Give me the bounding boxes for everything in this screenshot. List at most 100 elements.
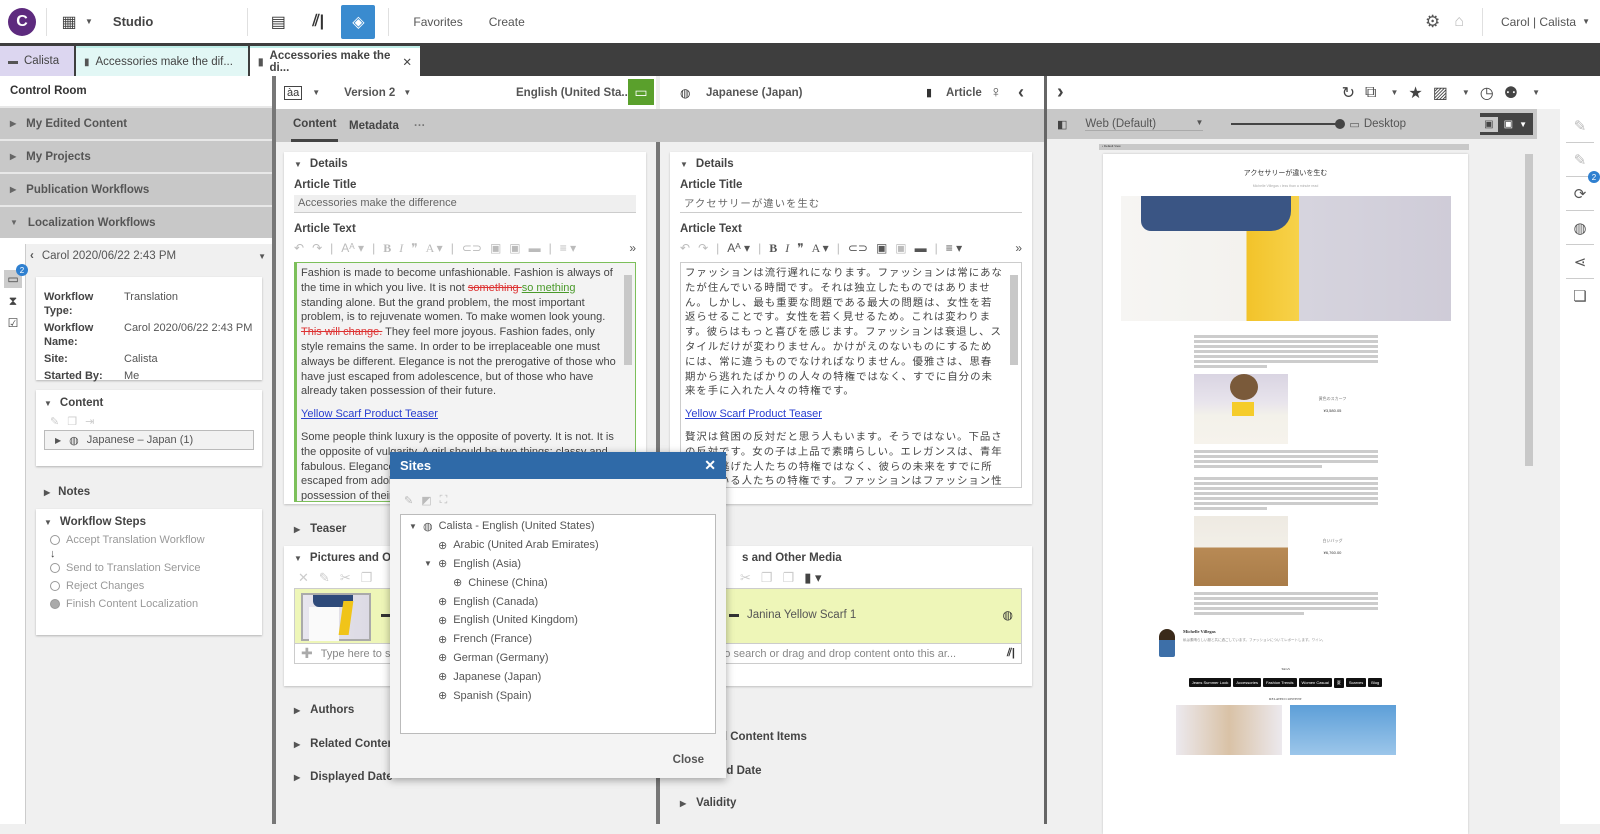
site-tree-node[interactable]: ⊕ Japanese (Japan) bbox=[401, 667, 715, 686]
remove-image-icon[interactable]: ▣ bbox=[509, 241, 520, 255]
version-selector[interactable]: Version 2 bbox=[344, 87, 395, 99]
validity-section-header[interactable]: ▶ Validity bbox=[680, 797, 736, 809]
redo-icon[interactable]: ↷ bbox=[698, 241, 708, 255]
chevron-down-icon[interactable]: ▼ bbox=[409, 522, 417, 531]
tag[interactable]: 夏 bbox=[1333, 678, 1344, 688]
undo-icon[interactable]: ↶ bbox=[294, 241, 304, 255]
star-icon[interactable]: ★ bbox=[1408, 83, 1422, 103]
expand-all-icon[interactable]: ⛶ bbox=[440, 494, 448, 507]
edit-pencil-icon[interactable]: ✎ bbox=[319, 570, 330, 586]
site-tree-node[interactable]: ▼ ◍ Calista - English (United States) bbox=[401, 517, 715, 536]
text-color-icon[interactable]: A ▾ bbox=[426, 241, 443, 256]
favorites-link[interactable]: Favorites bbox=[413, 15, 462, 29]
authors-section-header[interactable]: ▶ Authors bbox=[294, 704, 354, 716]
target-article-text[interactable]: ファッションは流行遅れになります。ファッションは常にあなたが住んでいる時間です。… bbox=[680, 262, 1022, 488]
site-tree-node[interactable]: ⊕ Chinese (China) bbox=[401, 573, 715, 592]
cut-icon[interactable]: ✂ bbox=[740, 570, 751, 586]
site-tree-node[interactable]: ⊕ Arabic (United Arab Emirates) bbox=[401, 536, 715, 555]
remove-image-icon[interactable]: ▣ bbox=[895, 241, 906, 255]
site-tree-node[interactable]: ⊕ English (United Kingdom) bbox=[401, 611, 715, 630]
section-publication-workflows[interactable]: ▶ Publication Workflows bbox=[0, 172, 272, 205]
device-slider[interactable] bbox=[1231, 119, 1346, 129]
italic-icon[interactable]: I bbox=[785, 241, 789, 256]
chevron-down-icon[interactable]: ▼ bbox=[258, 252, 266, 261]
insert-image-icon[interactable]: ▣ bbox=[490, 241, 501, 255]
edit-pencil-icon[interactable]: ✎ bbox=[50, 415, 59, 428]
tag[interactable]: Blog bbox=[1368, 678, 1383, 687]
related-section-header[interactable]: ▶ Related Content I bbox=[294, 738, 405, 750]
tab-more[interactable]: ··· bbox=[414, 109, 426, 142]
tag[interactable]: Scarves bbox=[1345, 678, 1367, 687]
settings-gears-icon[interactable]: ⚙ bbox=[1425, 12, 1440, 32]
open-icon[interactable]: ⇥ bbox=[85, 415, 94, 428]
displayed-date-header-right[interactable]: ed Date bbox=[720, 765, 762, 777]
bold-icon[interactable]: B bbox=[383, 241, 391, 256]
close-icon[interactable]: ✕ bbox=[704, 457, 716, 474]
tab-article-1[interactable]: ▮ Accessories make the dif... bbox=[76, 46, 248, 76]
quote-icon[interactable]: ❞ bbox=[797, 241, 803, 255]
link-icon[interactable]: ⊂⊃ bbox=[462, 241, 482, 255]
control-room-button[interactable]: ◈ bbox=[341, 4, 376, 39]
tab-article-2[interactable]: ▮ Accessories make the di... ✕ bbox=[250, 46, 420, 76]
copy-icon[interactable]: ❐ bbox=[761, 570, 773, 586]
channel-select[interactable]: Web (Default) ▼ bbox=[1085, 118, 1204, 131]
media-search-input[interactable]: e here to search or drag and drop conten… bbox=[680, 644, 1022, 664]
chevron-down-icon[interactable]: ▼ bbox=[403, 88, 411, 97]
section-localization-workflows[interactable]: ▼ Localization Workflows bbox=[0, 205, 272, 238]
preview-scrollbar[interactable] bbox=[1525, 154, 1533, 466]
cut-icon[interactable]: ✂ bbox=[340, 570, 351, 586]
tab-calista[interactable]: ▬ Calista bbox=[0, 46, 74, 76]
teaser-link[interactable]: Yellow Scarf Product Teaser bbox=[301, 408, 438, 420]
related-image[interactable] bbox=[1289, 705, 1396, 755]
expand-right-icon[interactable]: › bbox=[1057, 81, 1064, 104]
teaser-link[interactable]: Yellow Scarf Product Teaser bbox=[685, 408, 822, 420]
create-link[interactable]: Create bbox=[489, 15, 525, 29]
font-size-icon[interactable]: Aᴬ ▾ bbox=[727, 241, 750, 255]
displayed-date-section-header[interactable]: ▶ Displayed Date bbox=[294, 771, 393, 783]
inbox-icon[interactable]: ⌂ bbox=[1454, 13, 1464, 31]
globe-remove-icon[interactable]: ◍ bbox=[1566, 211, 1594, 245]
user-menu[interactable]: Carol | Calista bbox=[1501, 15, 1576, 29]
slider-handle[interactable] bbox=[1335, 119, 1346, 129]
font-size-icon[interactable]: Aᴬ ▾ bbox=[341, 241, 364, 255]
site-tree-node[interactable]: ▼ ⊕ English (Asia) bbox=[401, 555, 715, 574]
chevron-down-icon[interactable]: ▼ bbox=[1582, 17, 1590, 26]
linked-media-item[interactable]: ▬ Janina Yellow Scarf 1 ◍ bbox=[679, 588, 1022, 644]
share-icon[interactable]: ⋖ bbox=[1566, 245, 1594, 279]
chevron-down-icon[interactable]: ▼ bbox=[1532, 88, 1540, 97]
copy-icon[interactable]: ❐ bbox=[67, 415, 77, 428]
app-switcher-icon[interactable]: ▦ bbox=[57, 10, 81, 34]
redo-icon[interactable]: ↷ bbox=[312, 241, 322, 255]
article-title-field[interactable]: アクセサリーが違いを生む bbox=[680, 195, 1022, 213]
hourglass-icon[interactable]: ⧗ bbox=[4, 292, 22, 310]
insert-image-icon[interactable]: ▣ bbox=[876, 241, 887, 255]
reload-icon[interactable]: ↻ bbox=[1342, 83, 1355, 103]
tab-content[interactable]: Content bbox=[291, 109, 339, 142]
tab-metadata[interactable]: Metadata bbox=[349, 109, 399, 142]
analytics-icon[interactable]: ▨ bbox=[1433, 83, 1448, 103]
tag[interactable]: Accessories bbox=[1233, 678, 1261, 687]
lightbulb-icon[interactable]: ♀ bbox=[990, 84, 1002, 102]
site-tree-node[interactable]: ⊕ German (Germany) bbox=[401, 649, 715, 668]
checkbox-icon[interactable]: ☑ bbox=[4, 314, 22, 332]
embed-icon[interactable]: ▬ bbox=[915, 241, 927, 255]
chevron-right-icon[interactable]: ▶ bbox=[55, 436, 61, 445]
chevron-down-icon[interactable]: ▼ bbox=[1462, 88, 1470, 97]
tag[interactable]: Women Casual bbox=[1298, 678, 1332, 687]
content-item[interactable]: ▶ ◍ Japanese – Japan (1) bbox=[44, 430, 254, 450]
back-arrow-icon[interactable]: ‹ bbox=[30, 250, 34, 262]
site-tree-node[interactable]: ⊕ Spanish (Spain) bbox=[401, 686, 715, 705]
product-teaser-2[interactable]: 白いバッグ ¥6,760.00 bbox=[1193, 516, 1378, 586]
chevron-down-icon[interactable]: ▼ bbox=[1390, 88, 1398, 97]
quote-icon[interactable]: ❞ bbox=[411, 241, 417, 255]
close-tab-icon[interactable]: ✕ bbox=[402, 55, 412, 69]
collapse-all-icon[interactable]: ◩ bbox=[421, 494, 431, 507]
details-header[interactable]: ▼ Details bbox=[294, 158, 636, 170]
details-header[interactable]: ▼ Details bbox=[680, 158, 1022, 170]
translation-icon[interactable]: àa bbox=[284, 85, 303, 100]
sign-icon[interactable]: ✎ bbox=[1566, 109, 1594, 143]
pictures-header[interactable]: s and Other Media bbox=[680, 552, 1022, 564]
library-button[interactable]: ⫽| bbox=[301, 5, 335, 39]
notes-section-header[interactable]: ▶ Notes bbox=[44, 486, 90, 498]
library-icon[interactable]: ⫽| bbox=[1007, 647, 1015, 660]
